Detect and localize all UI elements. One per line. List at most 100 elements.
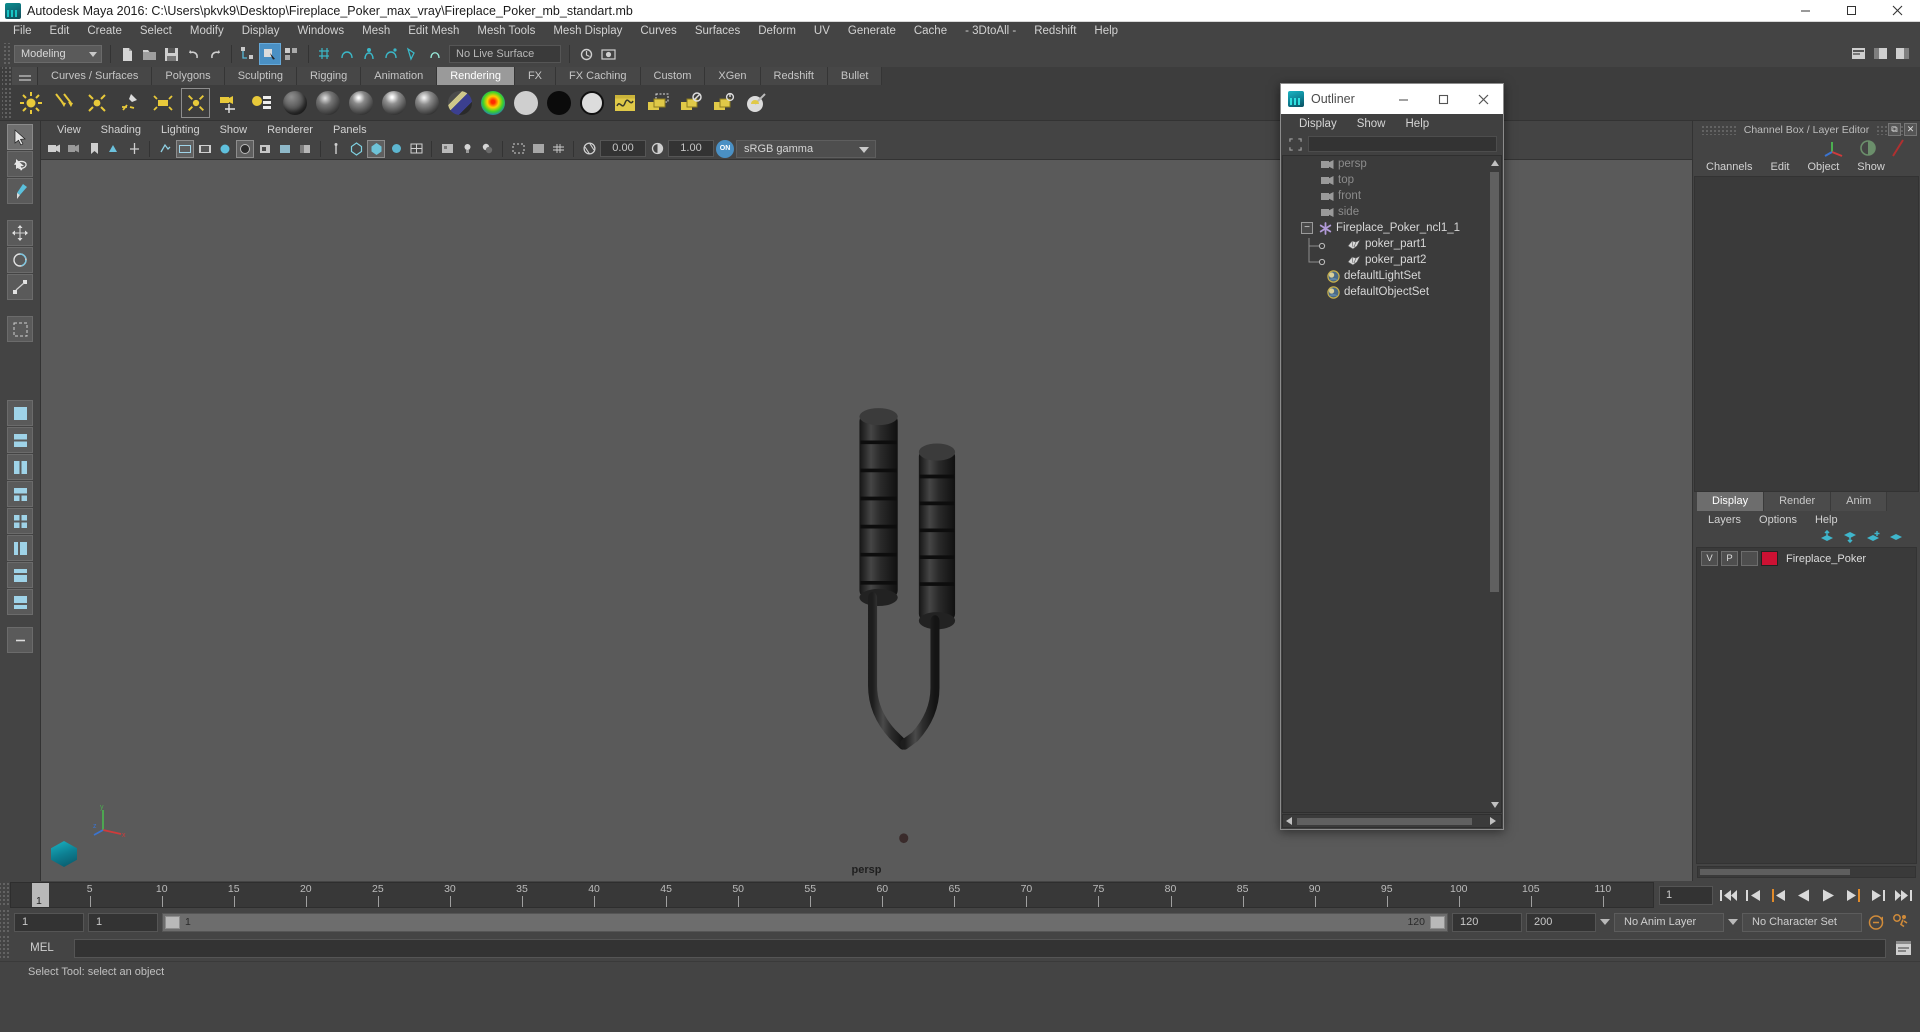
scroll-up-arrow-icon[interactable] xyxy=(1490,157,1500,169)
area-light-icon[interactable] xyxy=(148,88,177,118)
outliner-window[interactable]: Outliner Display Show Help persp top front… xyxy=(1280,83,1504,830)
layer-display-type-toggle[interactable] xyxy=(1741,551,1758,566)
paint-select-tool-button[interactable] xyxy=(7,178,33,204)
viewport-layout-two-side-button[interactable] xyxy=(7,454,33,480)
script-editor-button[interactable] xyxy=(1892,938,1914,958)
channelbox-menu-show[interactable]: Show xyxy=(1848,161,1894,173)
menu-display[interactable]: Display xyxy=(233,22,289,41)
channel-box-content[interactable] xyxy=(1694,176,1919,492)
character-set-chevron-icon[interactable] xyxy=(1728,919,1738,925)
layer-list[interactable]: V P Fireplace_Poker xyxy=(1696,546,1917,864)
step-back-frame-button[interactable] xyxy=(1768,885,1789,905)
manipulator-axes-icon[interactable] xyxy=(1824,138,1846,158)
use-background-icon[interactable] xyxy=(544,88,573,118)
viewport-menu-show[interactable]: Show xyxy=(210,124,258,136)
time-slider[interactable]: 1 5 10 15 20 25 30 35 40 45 50 55 60 65 70 75 80 85 90 95 1… xyxy=(10,882,1654,908)
menu-windows[interactable]: Windows xyxy=(288,22,353,41)
animation-start-field[interactable]: 1 xyxy=(14,912,84,932)
outliner-minimize-button[interactable] xyxy=(1383,84,1423,114)
select-by-component-button[interactable] xyxy=(281,43,303,65)
snap-to-point-button[interactable] xyxy=(358,43,380,65)
move-tool-button[interactable] xyxy=(7,220,33,246)
outliner-item-poker-part1[interactable]: poker_part1 xyxy=(1283,236,1501,254)
expand-collapse-icon[interactable]: − xyxy=(1301,222,1313,234)
snap-to-projected-center-button[interactable] xyxy=(380,43,402,65)
color-space-selector[interactable]: sRGB gamma xyxy=(736,139,876,158)
new-scene-button[interactable] xyxy=(116,43,138,65)
scroll-left-arrow-icon[interactable] xyxy=(1283,817,1295,825)
render-settings-icon[interactable] xyxy=(247,88,276,118)
exposure-reset-icon[interactable] xyxy=(529,140,547,158)
viewport-menu-shading[interactable]: Shading xyxy=(91,124,151,136)
menu-generate[interactable]: Generate xyxy=(839,22,905,41)
live-surface-field[interactable]: No Live Surface xyxy=(449,45,561,63)
shelf-tab-fx-caching[interactable]: FX Caching xyxy=(556,67,641,85)
menu-help[interactable]: Help xyxy=(1085,22,1127,41)
shelf-grip[interactable] xyxy=(2,67,12,85)
outliner-item-front[interactable]: front xyxy=(1283,188,1501,204)
undo-button[interactable] xyxy=(182,43,204,65)
auto-keyframe-toggle-button[interactable] xyxy=(1866,912,1887,932)
layer-row[interactable]: V P Fireplace_Poker xyxy=(1697,550,1916,568)
viewport-menu-renderer[interactable]: Renderer xyxy=(257,124,323,136)
outliner-item-persp[interactable]: persp xyxy=(1283,156,1501,172)
history-toggle-button[interactable] xyxy=(575,43,597,65)
resolution-gate-icon[interactable] xyxy=(176,139,194,158)
shelf-options-button[interactable] xyxy=(12,67,38,85)
outliner-vertical-scrollbar[interactable] xyxy=(1489,156,1501,812)
select-tool-button[interactable] xyxy=(7,124,33,150)
anim-layer-selector[interactable]: No Anim Layer xyxy=(1614,912,1724,932)
shelf-tab-sculpting[interactable]: Sculpting xyxy=(224,67,297,85)
outliner-item-poker-part2[interactable]: poker_part2 xyxy=(1283,252,1501,268)
shadows-icon[interactable] xyxy=(256,140,274,158)
isolate-select-icon[interactable] xyxy=(509,140,527,158)
outliner-close-button[interactable] xyxy=(1463,84,1503,114)
save-scene-button[interactable] xyxy=(160,43,182,65)
range-end-field[interactable]: 120 xyxy=(1452,912,1522,932)
play-forwards-button[interactable] xyxy=(1818,885,1839,905)
ramp-shader-icon[interactable] xyxy=(478,88,507,118)
snap-to-curve-button[interactable] xyxy=(336,43,358,65)
new-layer-icon[interactable] xyxy=(1866,530,1881,543)
redo-button[interactable] xyxy=(204,43,226,65)
outliner-item-side[interactable]: side xyxy=(1283,204,1501,220)
outliner-item-defaultlightset[interactable]: defaultLightSet xyxy=(1283,268,1501,284)
outliner-menu-show[interactable]: Show xyxy=(1347,118,1396,130)
go-to-start-button[interactable] xyxy=(1718,885,1739,905)
red-slash-icon[interactable] xyxy=(1890,138,1906,158)
step-forward-frame-button[interactable] xyxy=(1843,885,1864,905)
blinn-material-icon[interactable] xyxy=(313,88,342,118)
grid-toggle-icon[interactable] xyxy=(125,140,143,158)
layer-color-swatch[interactable] xyxy=(1761,551,1778,566)
current-frame-field[interactable]: 1 xyxy=(1659,885,1713,905)
scroll-down-arrow-icon[interactable] xyxy=(1490,799,1500,811)
viewport-menu-view[interactable]: View xyxy=(47,124,91,136)
layer-menu-layers[interactable]: Layers xyxy=(1699,514,1750,526)
time-slider-playhead[interactable]: 1 xyxy=(32,883,49,907)
layer-list-horizontal-scrollbar[interactable] xyxy=(1697,866,1916,878)
volume-light-icon[interactable] xyxy=(181,87,210,118)
step-back-key-button[interactable] xyxy=(1743,885,1764,905)
menu-modify[interactable]: Modify xyxy=(181,22,233,41)
show-tool-settings-button[interactable] xyxy=(1870,43,1892,65)
move-layer-down-icon[interactable] xyxy=(1843,530,1858,543)
multisample-aa-icon[interactable] xyxy=(327,140,345,158)
viewport-layout-hypershade-button[interactable] xyxy=(7,562,33,588)
command-line-input[interactable] xyxy=(74,938,1886,958)
spot-light-icon[interactable] xyxy=(115,88,144,118)
menu-uv[interactable]: UV xyxy=(805,22,839,41)
outliner-item-fireplace-poker-ncl1-1[interactable]: − Fireplace_Poker_ncl1_1 xyxy=(1283,220,1501,236)
menu-3dtoall[interactable]: - 3DtoAll - xyxy=(956,22,1025,41)
layer-tab-display[interactable]: Display xyxy=(1697,491,1765,511)
exposure-icon[interactable] xyxy=(580,140,598,158)
menu-mesh-display[interactable]: Mesh Display xyxy=(544,22,631,41)
viewport-layout-graph-button[interactable] xyxy=(7,589,33,615)
shelf-tab-bullet[interactable]: Bullet xyxy=(827,67,883,85)
gate-mask-icon[interactable] xyxy=(196,140,214,158)
texture-display-icon[interactable] xyxy=(438,140,456,158)
xray-joints-icon[interactable] xyxy=(367,139,385,158)
toolbox-collapse-button[interactable] xyxy=(7,627,33,653)
create-camera-icon[interactable] xyxy=(214,88,243,118)
hypershade-icon[interactable] xyxy=(610,88,639,118)
viewport-layout-three-button[interactable] xyxy=(7,481,33,507)
